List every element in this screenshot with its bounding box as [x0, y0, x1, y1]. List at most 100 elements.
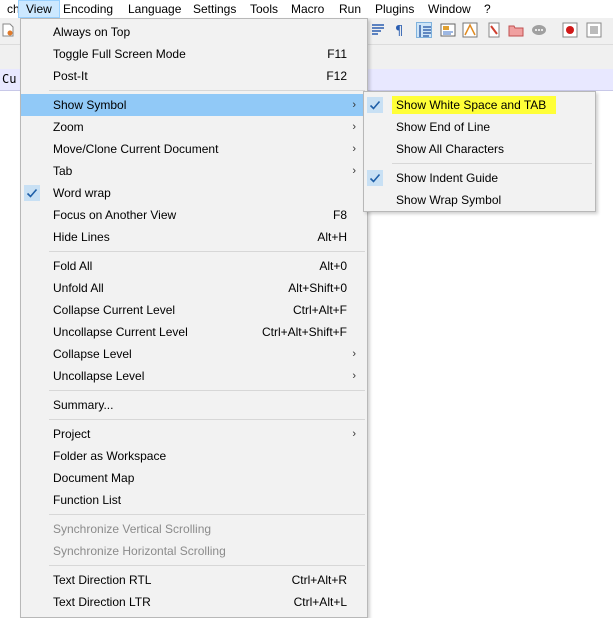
chevron-right-icon: › — [352, 428, 356, 440]
menu-item-label: Move/Clone Current Document — [53, 142, 219, 156]
menu-item-project[interactable]: Project › — [21, 423, 367, 445]
menu-item-label: Text Direction RTL — [53, 573, 152, 587]
menu-item-post-it[interactable]: Post-It F12 — [21, 65, 367, 87]
menu-item-move-clone-document[interactable]: Move/Clone Current Document › — [21, 138, 367, 160]
checkmark-icon — [24, 185, 40, 201]
menu-item-collapse-level[interactable]: Collapse Level › — [21, 343, 367, 365]
menu-item-shortcut: Alt+Shift+0 — [288, 281, 347, 295]
submenu-item-show-all-characters[interactable]: Show All Characters — [364, 138, 595, 160]
stop-macro-icon[interactable] — [586, 22, 602, 38]
chevron-right-icon: › — [352, 165, 356, 177]
checkmark-icon — [367, 97, 383, 113]
menu-item-label: Post-It — [53, 69, 88, 83]
editor-line-text: Cu — [2, 72, 17, 86]
menu-item-label: Function List — [53, 493, 122, 507]
menu-item-label: Folder as Workspace — [53, 449, 167, 463]
menu-item-function-list[interactable]: Function List — [21, 489, 367, 511]
view-menu: Always on Top Toggle Full Screen Mode F1… — [20, 18, 368, 618]
submenu-item-show-white-space-tab[interactable]: Show White Space and TAB — [364, 94, 595, 116]
submenu-item-show-wrap-symbol[interactable]: Show Wrap Symbol — [364, 189, 595, 211]
menu-item-zoom[interactable]: Zoom › — [21, 116, 367, 138]
document-map-icon[interactable] — [440, 22, 456, 38]
menu-separator — [49, 419, 365, 420]
menu-item-label: Project — [53, 427, 91, 441]
menu-item-unfold-all[interactable]: Unfold All Alt+Shift+0 — [21, 277, 367, 299]
menu-item-text-direction-ltr[interactable]: Text Direction LTR Ctrl+Alt+L — [21, 591, 367, 613]
record-macro-icon[interactable] — [562, 22, 578, 38]
menu-item-label: Show Symbol — [53, 98, 127, 112]
menu-item-label: Always on Top — [53, 25, 131, 39]
wrap-icon[interactable] — [370, 22, 386, 38]
svg-text:¶: ¶ — [395, 24, 403, 38]
menu-separator — [49, 565, 365, 566]
highlight-marker: Show White Space and TAB — [392, 96, 557, 114]
menu-separator — [49, 90, 365, 91]
menu-item-label: Focus on Another View — [53, 208, 177, 222]
submenu-item-label: Show White Space and TAB — [392, 94, 557, 116]
menu-language[interactable]: Language — [121, 0, 188, 18]
menu-bar: ch View Encoding Language Settings Tools… — [0, 0, 613, 19]
menu-item-summary[interactable]: Summary... — [21, 394, 367, 416]
menu-item-hide-lines[interactable]: Hide Lines Alt+H — [21, 226, 367, 248]
menu-item-label: Toggle Full Screen Mode — [53, 47, 186, 61]
menu-view[interactable]: View — [18, 0, 60, 18]
menu-separator — [392, 163, 592, 164]
menu-item-label: Tab — [53, 164, 73, 178]
menu-item-collapse-current-level[interactable]: Collapse Current Level Ctrl+Alt+F — [21, 299, 367, 321]
menu-item-focus-another-view[interactable]: Focus on Another View F8 — [21, 204, 367, 226]
menu-item-label: Unfold All — [53, 281, 104, 295]
menu-plugins[interactable]: Plugins — [368, 0, 421, 18]
submenu-item-show-indent-guide[interactable]: Show Indent Guide — [364, 167, 595, 189]
menu-settings[interactable]: Settings — [186, 0, 243, 18]
menu-separator — [49, 390, 365, 391]
menu-item-document-map[interactable]: Document Map — [21, 467, 367, 489]
menu-macro[interactable]: Macro — [284, 0, 331, 18]
monitor-icon[interactable] — [531, 22, 547, 38]
show-symbol-submenu: Show White Space and TAB Show End of Lin… — [363, 91, 596, 212]
function-list-icon[interactable] — [462, 22, 478, 38]
menu-item-shortcut: F11 — [327, 47, 347, 61]
indent-guide-icon[interactable] — [416, 22, 432, 38]
chevron-right-icon: › — [352, 143, 356, 155]
show-all-characters-icon[interactable]: ¶ — [392, 22, 408, 38]
menu-item-label: Zoom — [53, 120, 84, 134]
menu-item-fold-all[interactable]: Fold All Alt+0 — [21, 255, 367, 277]
menu-item-text-direction-rtl[interactable]: Text Direction RTL Ctrl+Alt+R — [21, 569, 367, 591]
menu-item-label: Collapse Current Level — [53, 303, 176, 317]
menu-help[interactable]: ? — [477, 0, 498, 18]
submenu-item-label: Show Wrap Symbol — [396, 193, 502, 207]
checkmark-icon — [367, 170, 383, 186]
menu-item-always-on-top[interactable]: Always on Top — [21, 21, 367, 43]
menu-item-toggle-full-screen[interactable]: Toggle Full Screen Mode F11 — [21, 43, 367, 65]
folder-icon[interactable] — [508, 22, 524, 38]
menu-item-folder-as-workspace[interactable]: Folder as Workspace — [21, 445, 367, 467]
new-file-icon[interactable] — [2, 23, 14, 37]
submenu-item-label: Show Indent Guide — [396, 171, 499, 185]
folder-workspace-icon[interactable] — [486, 22, 502, 38]
menu-item-word-wrap[interactable]: Word wrap — [21, 182, 367, 204]
menu-item-sync-vertical-scrolling: Synchronize Vertical Scrolling — [21, 518, 367, 540]
menu-item-label: Word wrap — [53, 186, 111, 200]
menu-item-label: Fold All — [53, 259, 93, 273]
menu-tools[interactable]: Tools — [243, 0, 285, 18]
menu-encoding[interactable]: Encoding — [56, 0, 120, 18]
menu-run[interactable]: Run — [332, 0, 368, 18]
menu-item-shortcut: Ctrl+Alt+R — [291, 573, 347, 587]
menu-item-label: Hide Lines — [53, 230, 110, 244]
menu-separator — [49, 514, 365, 515]
menu-item-label: Summary... — [53, 398, 114, 412]
menu-item-tab[interactable]: Tab › — [21, 160, 367, 182]
menu-item-label: Collapse Level — [53, 347, 132, 361]
menu-item-label: Uncollapse Level — [53, 369, 145, 383]
chevron-right-icon: › — [352, 370, 356, 382]
menu-item-uncollapse-current-level[interactable]: Uncollapse Current Level Ctrl+Alt+Shift+… — [21, 321, 367, 343]
submenu-item-label: Show All Characters — [396, 142, 505, 156]
menu-item-shortcut: Alt+H — [317, 230, 347, 244]
menu-item-show-symbol[interactable]: Show Symbol › — [21, 94, 367, 116]
menu-item-uncollapse-level[interactable]: Uncollapse Level › — [21, 365, 367, 387]
menu-item-label: Synchronize Vertical Scrolling — [53, 522, 212, 536]
menu-item-shortcut: F12 — [326, 69, 347, 83]
menu-window[interactable]: Window — [421, 0, 478, 18]
chevron-right-icon: › — [352, 99, 356, 111]
submenu-item-show-end-of-line[interactable]: Show End of Line — [364, 116, 595, 138]
